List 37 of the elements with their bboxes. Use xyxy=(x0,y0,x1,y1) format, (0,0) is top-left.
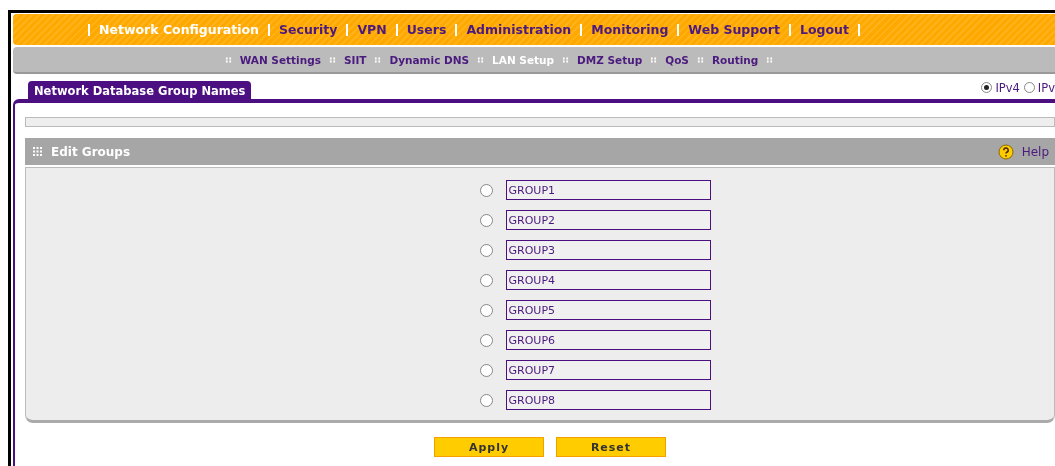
help-link[interactable]: Help xyxy=(1021,144,1049,159)
group-radio[interactable] xyxy=(479,183,493,197)
submenu-link[interactable]: SIIT xyxy=(343,53,367,66)
menu-link[interactable]: Logout xyxy=(800,22,849,37)
reset-button[interactable]: Reset xyxy=(556,437,666,457)
menu-link[interactable]: VPN xyxy=(357,22,387,37)
menu-link[interactable]: Monitoring xyxy=(591,22,669,37)
submenu-link[interactable]: Routing xyxy=(711,53,759,66)
group-radio[interactable] xyxy=(479,393,493,407)
menu-link[interactable]: Users xyxy=(406,22,447,37)
section-title: Edit Groups xyxy=(51,144,131,159)
menu-link[interactable]: Administration xyxy=(466,22,572,37)
help-icon xyxy=(997,143,1014,160)
group-name-field[interactable]: GROUP8 xyxy=(505,390,711,410)
group-name-field[interactable]: GROUP7 xyxy=(505,360,711,380)
submenu-link[interactable]: QoS xyxy=(665,53,689,66)
group-name-field[interactable]: GROUP6 xyxy=(505,330,711,350)
menu-link[interactable]: Web Support xyxy=(688,22,780,37)
apply-button[interactable]: Apply xyxy=(434,437,544,457)
group-name-field[interactable]: GROUP4 xyxy=(505,270,711,290)
group-name-field[interactable]: GROUP3 xyxy=(505,240,711,260)
group-radio[interactable] xyxy=(479,333,493,347)
grid-icon xyxy=(33,146,43,157)
ip-mode-radio[interactable]: IPv4 xyxy=(981,80,1020,95)
submenu-link[interactable]: Dynamic DNS xyxy=(389,53,470,66)
group-radio[interactable] xyxy=(479,273,493,287)
group-radio[interactable] xyxy=(479,363,493,377)
group-name-field[interactable]: GROUP2 xyxy=(505,210,711,230)
group-radio[interactable] xyxy=(479,213,493,227)
group-name-field[interactable]: GROUP5 xyxy=(505,300,711,320)
group-radio[interactable] xyxy=(479,243,493,257)
submenu-link[interactable]: DMZ Setup xyxy=(577,53,643,66)
group-radio[interactable] xyxy=(479,303,493,317)
group-name-field[interactable]: GROUP1 xyxy=(505,180,711,200)
submenu-link[interactable]: WAN Settings xyxy=(239,53,321,66)
menu-link[interactable]: Security xyxy=(279,22,338,37)
ip-mode-radio[interactable]: IPv xyxy=(1023,80,1055,95)
